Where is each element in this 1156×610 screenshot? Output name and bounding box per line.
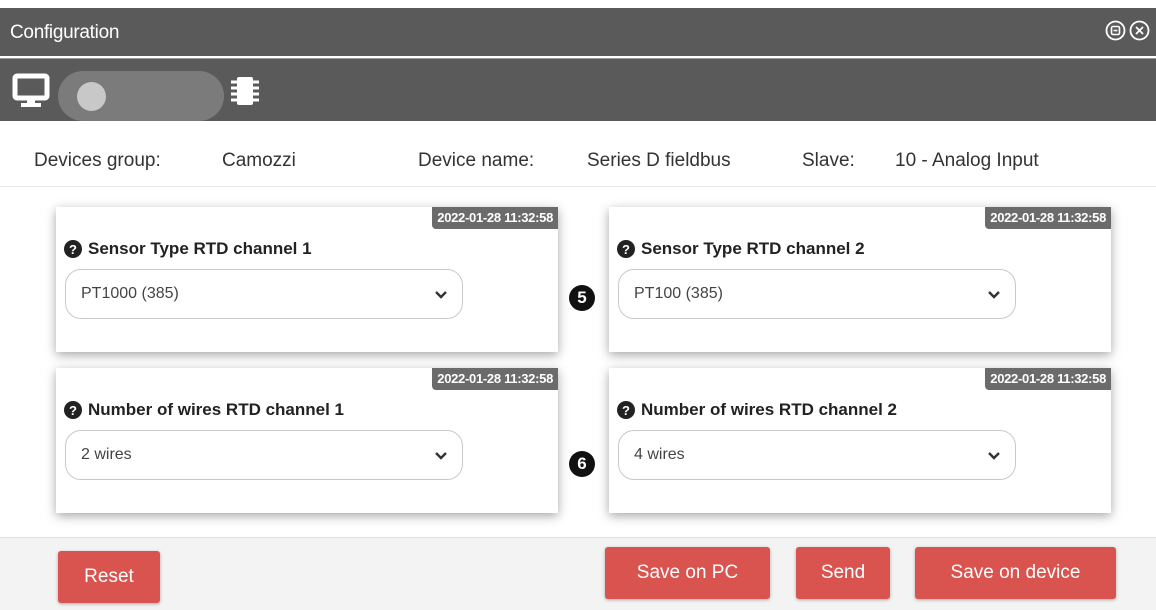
wires-ch2-card: 2022-01-28 11:32:58 ? Number of wires RT… (609, 368, 1111, 513)
reset-button[interactable]: Reset (58, 551, 160, 603)
field-label-text: Sensor Type RTD channel 2 (641, 239, 865, 258)
device-name-value: Series D fieldbus (587, 150, 731, 171)
sensor-type-ch2-select[interactable]: PT100 (385) (618, 269, 1016, 319)
sensor-type-ch1-select[interactable]: PT1000 (385) (65, 269, 463, 319)
chevron-down-icon (987, 448, 1001, 466)
select-value: 2 wires (81, 446, 132, 463)
devices-group-label: Devices group: (34, 150, 161, 171)
window-title: Configuration (10, 22, 120, 43)
slave-value: 10 - Analog Input (895, 150, 1039, 171)
select-value: PT100 (385) (634, 285, 723, 302)
marker-5: 5 (569, 285, 595, 311)
field-label-text: Number of wires RTD channel 2 (641, 400, 897, 419)
monitor-icon[interactable] (12, 73, 50, 114)
minimize-icon[interactable] (1104, 19, 1126, 41)
wires-ch1-card: 2022-01-28 11:32:58 ? Number of wires RT… (56, 368, 558, 513)
timestamp-badge: 2022-01-28 11:32:58 (985, 207, 1111, 229)
field-label-text: Sensor Type RTD channel 1 (88, 239, 312, 258)
devices-group-value: Camozzi (222, 150, 296, 171)
chevron-down-icon (987, 287, 1001, 305)
chip-icon[interactable] (230, 75, 260, 112)
send-button[interactable]: Send (796, 547, 890, 599)
question-circle-icon[interactable]: ? (617, 240, 635, 258)
device-info-bar: Devices group: Camozzi Device name: Seri… (0, 130, 1156, 187)
question-circle-icon[interactable]: ? (617, 401, 635, 419)
field-label: ? Sensor Type RTD channel 2 (617, 239, 865, 259)
close-icon[interactable] (1128, 19, 1150, 41)
sensor-type-ch1-card: 2022-01-28 11:32:58 ? Sensor Type RTD ch… (56, 207, 558, 352)
title-bar: Configuration (0, 8, 1156, 56)
question-circle-icon[interactable]: ? (64, 240, 82, 258)
chevron-down-icon (434, 287, 448, 305)
timestamp-badge: 2022-01-28 11:32:58 (432, 207, 558, 229)
select-value: 4 wires (634, 446, 685, 463)
field-label: ? Number of wires RTD channel 1 (64, 400, 344, 420)
select-value: PT1000 (385) (81, 285, 179, 302)
question-circle-icon[interactable]: ? (64, 401, 82, 419)
wires-ch2-select[interactable]: 4 wires (618, 430, 1016, 480)
field-label-text: Number of wires RTD channel 1 (88, 400, 344, 419)
slave-label: Slave: (802, 150, 855, 171)
device-name-label: Device name: (418, 150, 535, 171)
timestamp-badge: 2022-01-28 11:32:58 (985, 368, 1111, 390)
configuration-window: Configuration Devices group: Camozzi Dev… (0, 0, 1156, 610)
sensor-type-ch2-card: 2022-01-28 11:32:58 ? Sensor Type RTD ch… (609, 207, 1111, 352)
save-on-device-button[interactable]: Save on device (915, 547, 1116, 599)
mode-toggle[interactable] (58, 71, 224, 121)
marker-6: 6 (569, 451, 595, 477)
timestamp-badge: 2022-01-28 11:32:58 (432, 368, 558, 390)
mode-toolbar (0, 58, 1156, 121)
chevron-down-icon (434, 448, 448, 466)
title-buttons (1104, 19, 1150, 41)
wires-ch1-select[interactable]: 2 wires (65, 430, 463, 480)
field-label: ? Sensor Type RTD channel 1 (64, 239, 312, 259)
toggle-knob[interactable] (77, 82, 106, 111)
save-on-pc-button[interactable]: Save on PC (605, 547, 770, 599)
field-label: ? Number of wires RTD channel 2 (617, 400, 897, 420)
action-footer: Reset Save on PC Send Save on device (0, 537, 1156, 610)
